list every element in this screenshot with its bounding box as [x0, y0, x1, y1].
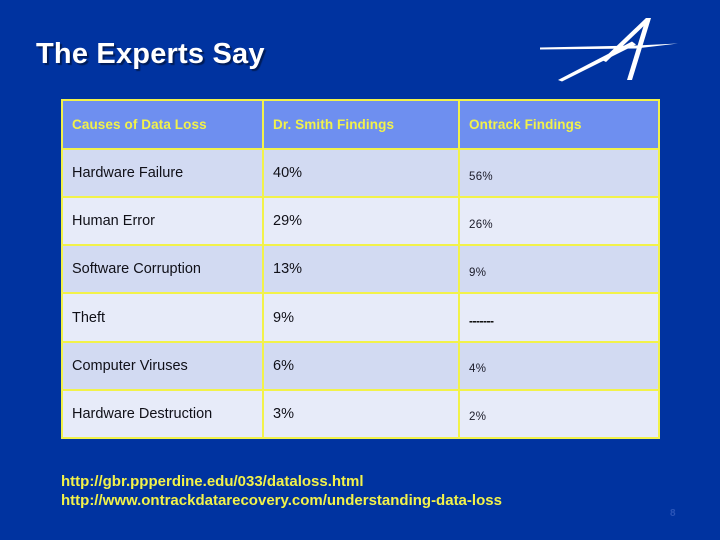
cell-smith: 29%: [262, 196, 460, 247]
smith-value: 6%: [273, 357, 294, 374]
cell-ontrack: -------: [458, 292, 660, 343]
cause-label: Computer Viruses: [72, 357, 188, 374]
data-table: Causes of Data Loss Dr. Smith Findings O…: [61, 99, 660, 440]
ontrack-value: 2%: [469, 411, 487, 424]
table-header-row: Causes of Data Loss Dr. Smith Findings O…: [61, 99, 660, 150]
cell-smith: 3%: [262, 388, 460, 440]
table-row: Hardware Failure 40% 56%: [61, 147, 660, 199]
ontrack-value: -------: [469, 314, 494, 329]
cause-label: Hardware Failure: [72, 165, 184, 182]
stylized-a-logo: [540, 14, 700, 84]
experts-findings-table: Causes of Data Loss Dr. Smith Findings O…: [61, 99, 660, 440]
cell-cause: Hardware Destruction: [61, 388, 264, 440]
cell-smith: 13%: [262, 244, 460, 295]
cell-ontrack: 2%: [458, 388, 660, 440]
smith-value: 3%: [273, 405, 294, 422]
cell-ontrack: 4%: [458, 340, 660, 391]
cell-smith: 6%: [262, 340, 460, 391]
table-row: Software Corruption 13% 9%: [61, 244, 660, 295]
cause-label: Theft: [72, 309, 106, 326]
table-row: Computer Viruses 6% 4%: [61, 340, 660, 391]
ontrack-value: 4%: [469, 363, 487, 376]
ontrack-value: 56%: [469, 170, 493, 183]
cell-cause: Software Corruption: [61, 244, 264, 295]
cell-ontrack: 26%: [458, 196, 660, 247]
cause-label: Human Error: [72, 213, 155, 230]
cell-cause: Human Error: [61, 196, 264, 247]
smith-value: 40%: [273, 165, 303, 182]
cell-smith: 40%: [262, 147, 460, 199]
cell-cause: Hardware Failure: [61, 147, 264, 199]
column-header-smith: Dr. Smith Findings: [262, 99, 460, 150]
source-link-1[interactable]: http://gbr.ppperdine.edu/033/dataloss.ht…: [61, 472, 502, 491]
table-row: Hardware Destruction 3% 2%: [61, 388, 660, 440]
ontrack-value: 26%: [469, 218, 493, 231]
smith-value: 9%: [273, 309, 294, 326]
cell-ontrack: 9%: [458, 244, 660, 295]
page-number: 8: [670, 508, 676, 519]
column-header-ontrack-label: Ontrack Findings: [469, 117, 582, 132]
table-row: Theft 9% -------: [61, 292, 660, 343]
table-row: Human Error 29% 26%: [61, 196, 660, 247]
cause-label: Software Corruption: [72, 261, 201, 278]
cell-smith: 9%: [262, 292, 460, 343]
smith-value: 13%: [273, 261, 303, 278]
column-header-causes-label: Causes of Data Loss: [72, 117, 207, 132]
ontrack-value: 9%: [469, 266, 487, 279]
cell-cause: Computer Viruses: [61, 340, 264, 391]
column-header-smith-label: Dr. Smith Findings: [273, 117, 395, 132]
cause-label: Hardware Destruction: [72, 405, 213, 422]
source-link-2[interactable]: http://www.ontrackdatarecovery.com/under…: [61, 491, 502, 510]
column-header-ontrack: Ontrack Findings: [458, 99, 660, 150]
stylized-a-logo-svg: [540, 18, 678, 82]
page-title: The Experts Say: [36, 38, 265, 70]
smith-value: 29%: [273, 213, 303, 230]
source-links: http://gbr.ppperdine.edu/033/dataloss.ht…: [61, 472, 502, 510]
cell-ontrack: 56%: [458, 147, 660, 199]
column-header-causes: Causes of Data Loss: [61, 99, 264, 150]
cell-cause: Theft: [61, 292, 264, 343]
